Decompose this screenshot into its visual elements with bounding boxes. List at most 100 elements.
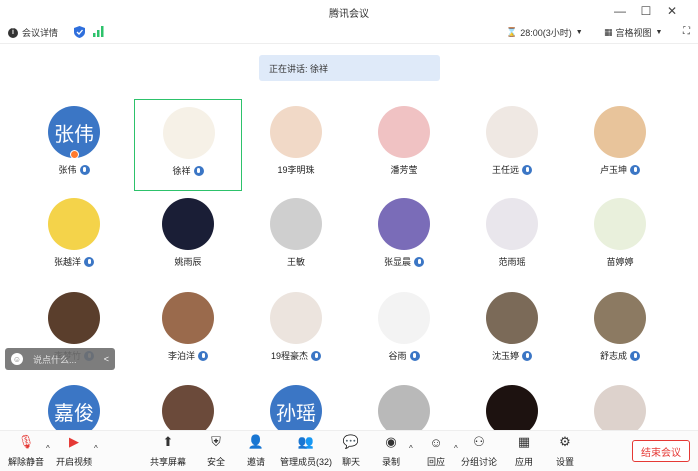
chevron-up-icon[interactable]: ^ bbox=[46, 444, 50, 453]
participant-name-row: 苗婷婷 bbox=[566, 255, 674, 268]
view-label: 宫格视图 bbox=[615, 28, 652, 38]
fullscreen-button[interactable]: ⛶ bbox=[683, 26, 690, 37]
avatar bbox=[486, 198, 538, 250]
mic-on-icon bbox=[193, 165, 204, 176]
collapse-arrow-icon[interactable]: < bbox=[104, 354, 109, 364]
toolbar-label: 共享屏幕 bbox=[149, 457, 186, 467]
toolbar-item-members[interactable]: 👥 管理成员(32) bbox=[280, 434, 332, 468]
participant-name: 李泊洋 bbox=[167, 351, 195, 361]
fullscreen-icon: ⛶ bbox=[683, 26, 690, 37]
speaking-indicator: 正在讲话: 徐祥 bbox=[259, 55, 440, 81]
mic-on-icon bbox=[414, 256, 424, 267]
toolbar-item-apps[interactable]: ▦ 应用 bbox=[504, 434, 544, 468]
security-status[interactable] bbox=[74, 26, 85, 38]
participant-name-row: 19李明珠 bbox=[242, 163, 350, 176]
participant-name: 舒志成 bbox=[599, 351, 627, 361]
reaction-icon: ☺ bbox=[429, 434, 443, 450]
avatar bbox=[594, 198, 646, 250]
participant-tile[interactable]: 苗婷婷 bbox=[566, 191, 674, 283]
toolbar-label: 聊天 bbox=[341, 457, 360, 467]
participant-name: 苗婷婷 bbox=[606, 257, 634, 267]
participant-tile[interactable]: 张伟 张伟 bbox=[20, 99, 128, 191]
window-title: 腾讯会议 bbox=[329, 9, 369, 20]
toolbar-item-chat[interactable]: 💬 聊天 bbox=[331, 434, 371, 468]
end-meeting-button[interactable]: 结束会议 bbox=[632, 440, 690, 462]
avatar bbox=[486, 292, 538, 344]
chat-icon: 💬 bbox=[342, 434, 360, 449]
participant-tile[interactable]: 19程豪杰 bbox=[242, 285, 350, 377]
toolbar-item-mic-off[interactable]: 🎙 解除静音 bbox=[6, 434, 46, 468]
chevron-up-icon[interactable]: ^ bbox=[409, 444, 413, 453]
toolbar-item-record[interactable]: ◉ 录制 bbox=[371, 434, 411, 468]
participant-name: 范雨瑶 bbox=[498, 257, 526, 267]
participant-name: 张越洋 bbox=[53, 257, 81, 267]
comment-placeholder: 说点什么... bbox=[33, 354, 77, 365]
participant-tile[interactable]: 卢玉坤 bbox=[566, 99, 674, 191]
participant-tile[interactable]: 姚雨辰 bbox=[134, 191, 242, 283]
avatar bbox=[48, 292, 100, 344]
participant-tile[interactable]: 19李明珠 bbox=[242, 99, 350, 191]
toolbar-item-breakout[interactable]: ⚇ 分组讨论 bbox=[459, 434, 499, 468]
participant-tile[interactable]: 舒志成 bbox=[566, 285, 674, 377]
participant-name-row: 舒志成 bbox=[566, 349, 674, 362]
avatar bbox=[378, 198, 430, 250]
chevron-up-icon[interactable]: ^ bbox=[454, 444, 458, 453]
maximize-icon[interactable]: ☐ bbox=[638, 3, 654, 19]
info-icon: i bbox=[8, 27, 18, 38]
participant-name-row: 潘芳莹 bbox=[350, 163, 458, 176]
participant-tile[interactable]: 王敏 bbox=[242, 191, 350, 283]
participant-tile[interactable]: 潘芳莹 bbox=[350, 99, 458, 191]
meeting-timer[interactable]: ⌛ 28:00(3小时) ▼ bbox=[506, 26, 583, 39]
participant-name-row: 张显晨 bbox=[350, 255, 458, 268]
participant-tile[interactable]: 张显晨 bbox=[350, 191, 458, 283]
network-signal[interactable] bbox=[93, 26, 104, 37]
chevron-down-icon: ▼ bbox=[575, 29, 583, 36]
emoji-icon[interactable]: ☺ bbox=[11, 353, 23, 365]
participant-name: 王任远 bbox=[491, 165, 519, 175]
toolbar-item-invite[interactable]: 👤 邀请 bbox=[236, 434, 276, 468]
participant-tile[interactable]: 张越洋 bbox=[20, 191, 128, 283]
shield-check-icon bbox=[74, 26, 85, 38]
participant-name-row: 李泊洋 bbox=[134, 349, 242, 362]
avatar bbox=[270, 106, 322, 158]
grid-view-icon: ▦ bbox=[604, 27, 613, 37]
chevron-up-icon[interactable]: ^ bbox=[94, 444, 98, 453]
toolbar-item-settings[interactable]: ⚙ 设置 bbox=[545, 434, 585, 468]
toolbar-item-reaction[interactable]: ☺ 回应 bbox=[416, 434, 456, 468]
view-switch-button[interactable]: ▦ 宫格视图 ▼ bbox=[604, 26, 662, 39]
bottom-toolbar: 🎙 解除静音 ^ ▶ 开启视频 ^ ⬆ 共享屏幕 ⛨ 安全 👤 邀请 👥 管理成员(32) 💬 聊天 ◉ 录制 ^ ☺… bbox=[0, 430, 698, 471]
participant-tile[interactable]: 谷雨 bbox=[350, 285, 458, 377]
participant-name: 徐祥 bbox=[172, 166, 191, 176]
toolbar-label: 设置 bbox=[555, 457, 574, 467]
avatar-initials: 孙瑶 bbox=[276, 400, 316, 425]
participant-tile[interactable]: 沈玉婷 bbox=[458, 285, 566, 377]
title-bar: 腾讯会议 — ☐ ✕ bbox=[0, 0, 698, 22]
participant-name-row: 姚雨辰 bbox=[134, 255, 242, 268]
meeting-info-bar: i 会议详情 ⌛ 28:00(3小时) ▼ ▦ 宫格视图 ▼ ⛶ bbox=[0, 22, 698, 44]
avatar bbox=[163, 107, 215, 159]
toolbar-label: 邀请 bbox=[246, 457, 265, 467]
avatar bbox=[594, 292, 646, 344]
shield-icon: ⛨ bbox=[211, 434, 221, 449]
toolbar-item-shield[interactable]: ⛨ 安全 bbox=[196, 434, 236, 468]
participant-name-row: 王任远 bbox=[458, 163, 566, 176]
participant-name: 沈玉婷 bbox=[491, 351, 519, 361]
minimize-icon[interactable]: — bbox=[612, 3, 628, 19]
close-icon[interactable]: ✕ bbox=[664, 3, 680, 19]
participant-name: 潘芳莹 bbox=[390, 165, 418, 175]
chevron-down-icon: ▼ bbox=[655, 29, 663, 36]
comment-box[interactable]: ☺ 说点什么... < bbox=[5, 348, 115, 370]
participant-name: 卢玉坤 bbox=[599, 165, 627, 175]
speaking-text: 正在讲话: 徐祥 bbox=[269, 63, 329, 74]
participant-tile[interactable]: 王任远 bbox=[458, 99, 566, 191]
meeting-details-button[interactable]: i 会议详情 bbox=[8, 26, 58, 39]
avatar bbox=[162, 198, 214, 250]
participant-tile[interactable]: 李泊洋 bbox=[134, 285, 242, 377]
toolbar-item-share-screen[interactable]: ⬆ 共享屏幕 bbox=[148, 434, 188, 468]
toolbar-label: 回应 bbox=[426, 457, 445, 467]
mic-on-icon bbox=[79, 164, 90, 175]
participant-tile[interactable]: 徐祥 bbox=[134, 99, 242, 191]
participant-tile[interactable]: 范雨瑶 bbox=[458, 191, 566, 283]
toolbar-item-video-off[interactable]: ▶ 开启视频 bbox=[54, 434, 94, 468]
host-badge-icon bbox=[70, 150, 79, 159]
